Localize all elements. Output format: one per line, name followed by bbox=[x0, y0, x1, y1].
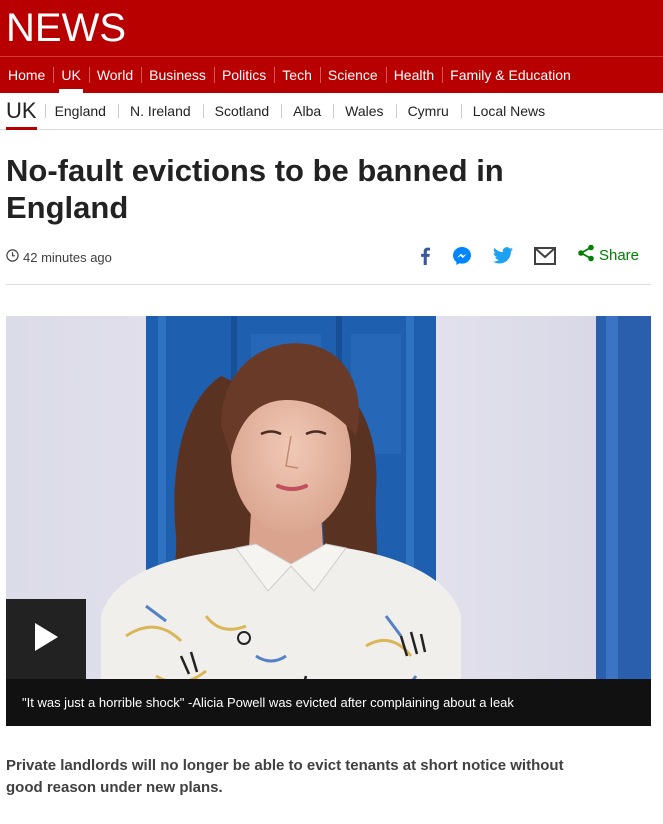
nav-home[interactable]: Home bbox=[0, 57, 53, 93]
nav-family-education[interactable]: Family & Education bbox=[442, 57, 579, 93]
nav-world[interactable]: World bbox=[88, 57, 141, 93]
nav-politics[interactable]: Politics bbox=[213, 57, 274, 93]
timestamp: 42 minutes ago bbox=[6, 249, 112, 265]
subnav-cymru[interactable]: Cymru bbox=[395, 103, 461, 119]
video-player[interactable]: "It was just a horrible shock" -Alicia P… bbox=[6, 316, 651, 726]
article-intro: Private landlords will no longer be able… bbox=[6, 757, 564, 796]
main-nav: Home UK World Business Politics Tech Sci… bbox=[0, 56, 663, 93]
subnav-wales[interactable]: Wales bbox=[333, 103, 395, 119]
messenger-icon[interactable] bbox=[452, 246, 472, 266]
twitter-icon[interactable] bbox=[492, 247, 513, 264]
subnav-local-news[interactable]: Local News bbox=[460, 103, 557, 119]
nav-business[interactable]: Business bbox=[141, 57, 214, 93]
play-button[interactable] bbox=[6, 599, 86, 679]
video-still bbox=[6, 316, 651, 726]
share-label: Share bbox=[598, 247, 639, 264]
nav-health[interactable]: Health bbox=[385, 57, 442, 93]
video-caption: "It was just a horrible shock" -Alicia P… bbox=[6, 679, 651, 726]
subnav-england[interactable]: England bbox=[43, 103, 118, 119]
news-logo[interactable]: NEWS bbox=[6, 6, 126, 50]
divider bbox=[6, 284, 651, 285]
share-tools: Share bbox=[398, 244, 639, 267]
masthead: NEWS bbox=[0, 0, 663, 56]
nav-tech[interactable]: Tech bbox=[274, 57, 320, 93]
subnav-scotland[interactable]: Scotland bbox=[202, 103, 281, 119]
nav-uk[interactable]: UK bbox=[53, 57, 88, 93]
play-icon bbox=[33, 622, 59, 657]
subnav-alba[interactable]: Alba bbox=[281, 103, 333, 119]
article-headline: No-fault evictions to be banned in Engla… bbox=[6, 153, 504, 225]
section-nav: UK England N. Ireland Scotland Alba Wale… bbox=[0, 93, 663, 130]
facebook-icon[interactable] bbox=[419, 247, 431, 265]
share-icon bbox=[577, 244, 595, 267]
article-meta: 42 minutes ago Share bbox=[6, 244, 651, 268]
clock-icon bbox=[6, 249, 23, 265]
timestamp-text: 42 minutes ago bbox=[23, 249, 112, 265]
share-button[interactable]: Share bbox=[577, 244, 639, 267]
section-title[interactable]: UK bbox=[0, 93, 43, 130]
nav-science[interactable]: Science bbox=[319, 57, 386, 93]
subnav-n-ireland[interactable]: N. Ireland bbox=[117, 103, 203, 119]
email-icon[interactable] bbox=[533, 246, 556, 265]
